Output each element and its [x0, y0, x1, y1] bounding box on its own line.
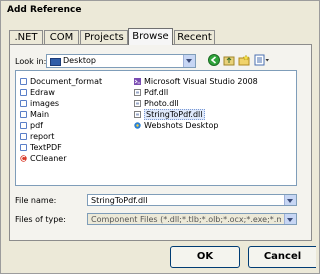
list-item[interactable]: Document_format — [20, 77, 102, 86]
tab-browse[interactable]: Browse — [128, 28, 173, 45]
add-reference-dialog: Add Reference .NET COM Projects Browse R… — [0, 0, 320, 274]
file-name-value: StringToPdf.dll — [91, 196, 148, 205]
folder-icon — [20, 89, 27, 96]
chevron-down-icon[interactable] — [284, 214, 296, 224]
tab-recent[interactable]: Recent — [174, 30, 215, 44]
file-name-label: File name: — [15, 196, 57, 205]
file-type-label: Files of type: — [15, 215, 66, 224]
list-item[interactable]: Photo.dll — [134, 99, 179, 108]
webshots-icon — [134, 122, 141, 129]
dll-file-icon — [134, 111, 141, 118]
up-folder-icon[interactable] — [223, 54, 235, 66]
list-item[interactable]: images — [20, 99, 59, 108]
visual-studio-icon — [134, 78, 141, 85]
folder-icon — [20, 78, 27, 85]
list-item[interactable]: Webshots Desktop — [134, 121, 218, 130]
folder-icon — [20, 122, 27, 129]
file-list[interactable]: Document_format Edraw images Main pdf re… — [15, 70, 297, 186]
dialog-title: Add Reference — [7, 5, 82, 15]
lookin-label: Look in: — [15, 57, 47, 66]
view-menu-icon[interactable] — [254, 54, 270, 66]
folder-icon — [20, 100, 27, 107]
tab-projects[interactable]: Projects — [80, 30, 128, 44]
list-item[interactable]: Main — [20, 110, 49, 119]
list-item[interactable]: Edraw — [20, 88, 55, 97]
dll-file-icon — [134, 89, 141, 96]
list-item[interactable]: TextPDF — [20, 143, 62, 152]
ccleaner-icon — [20, 155, 27, 162]
new-folder-icon[interactable] — [238, 54, 250, 66]
lookin-dropdown[interactable]: Desktop — [46, 54, 196, 68]
file-name-field[interactable]: StringToPdf.dll — [87, 194, 297, 206]
back-icon[interactable] — [208, 54, 220, 66]
ok-button[interactable]: OK — [170, 246, 240, 268]
list-item[interactable]: pdf — [20, 121, 43, 130]
tab-dotnet[interactable]: .NET — [9, 30, 43, 44]
folder-icon — [20, 133, 27, 140]
list-item[interactable]: report — [20, 132, 54, 141]
file-type-value: Component Files (*.dll;*.tlb;*.olb;*.ocx… — [91, 215, 281, 224]
chevron-down-icon[interactable] — [284, 195, 296, 205]
list-item[interactable]: CCleaner — [20, 154, 67, 163]
list-item-selected[interactable]: StringToPdf.dll — [134, 109, 205, 120]
cancel-button[interactable]: Cancel — [248, 246, 316, 268]
file-type-dropdown[interactable]: Component Files (*.dll;*.tlb;*.olb;*.ocx… — [87, 213, 297, 225]
folder-icon — [20, 111, 27, 118]
desktop-icon — [50, 58, 61, 66]
chevron-down-icon[interactable] — [183, 55, 195, 67]
lookin-value: Desktop — [63, 56, 96, 65]
list-item[interactable]: Microsoft Visual Studio 2008 — [134, 77, 258, 86]
dll-file-icon — [134, 100, 141, 107]
list-item[interactable]: Pdf.dll — [134, 88, 168, 97]
tab-com[interactable]: COM — [44, 30, 79, 44]
folder-icon — [20, 144, 27, 151]
